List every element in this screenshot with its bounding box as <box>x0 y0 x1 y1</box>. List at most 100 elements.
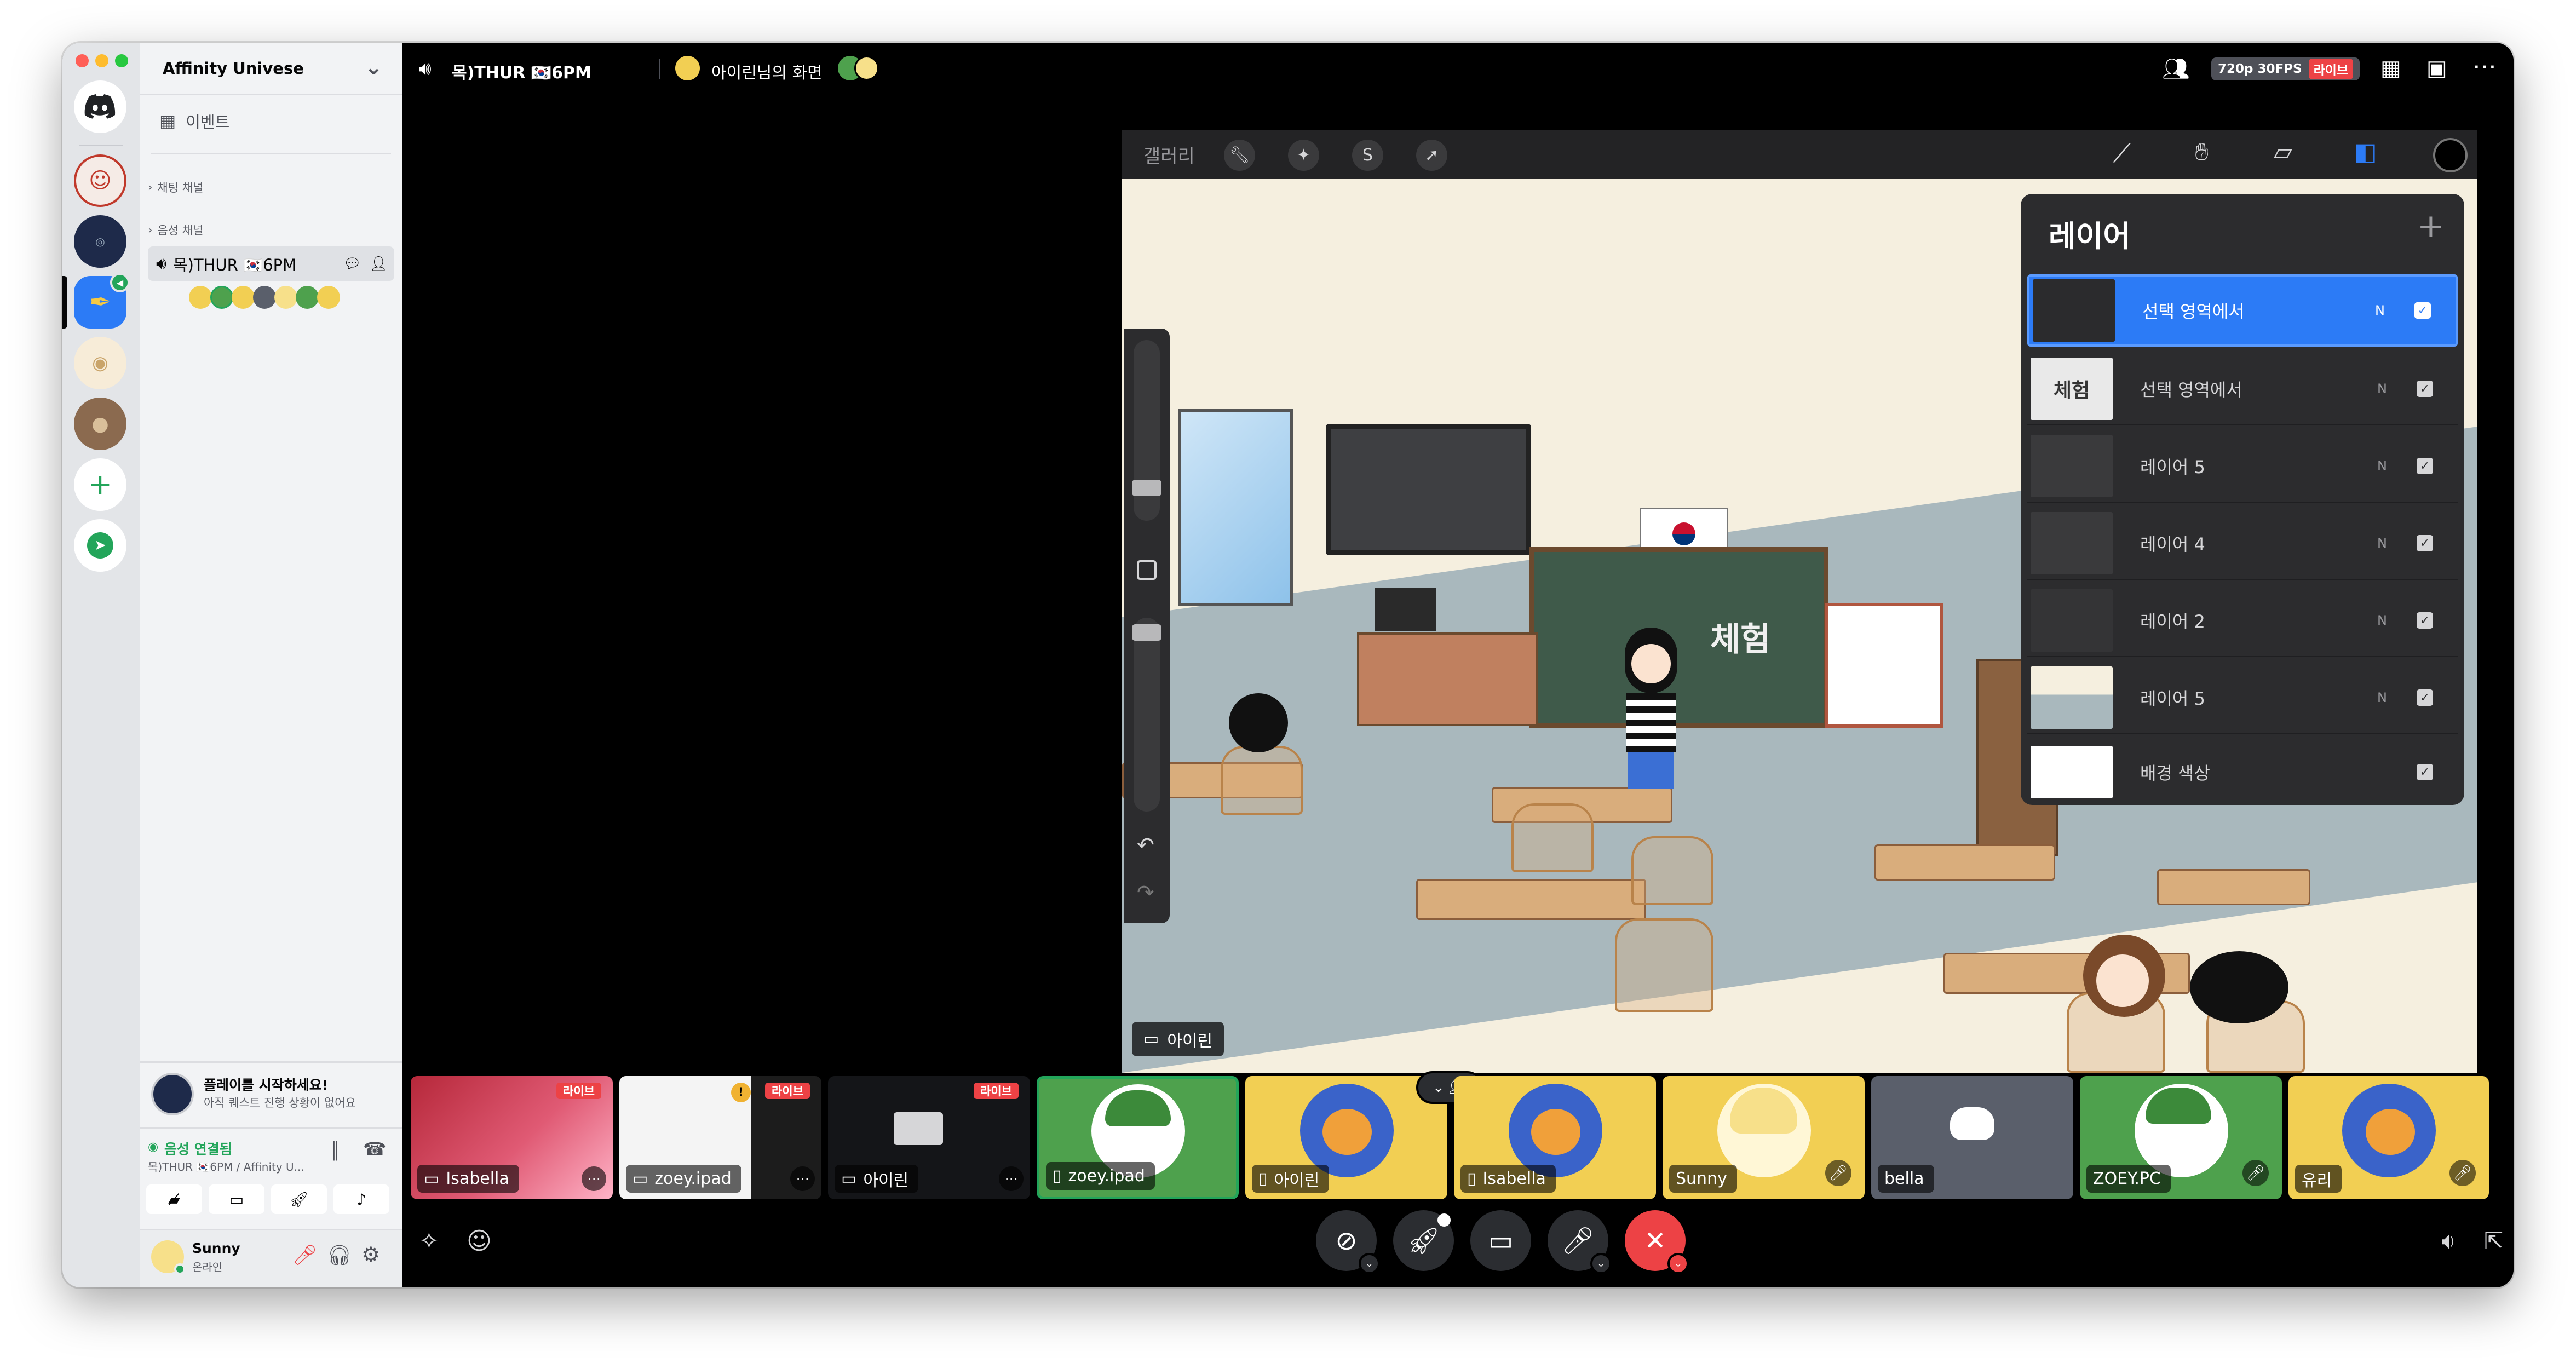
close-window-button[interactable] <box>76 54 89 67</box>
leave-call-button[interactable]: ✕ ⌄ <box>1625 1210 1689 1274</box>
layer-row[interactable]: 배경 색상 ✓ <box>2027 736 2458 808</box>
blend-mode[interactable]: N <box>2377 613 2417 628</box>
add-member-icon[interactable]: 👤︎ <box>370 256 388 272</box>
brush-icon[interactable]: ⟋ <box>2113 138 2131 169</box>
layer-row[interactable]: 선택 영역에서 N ✓ <box>2027 274 2458 347</box>
share-screen-button[interactable]: ▭ <box>209 1184 264 1214</box>
voice-category[interactable]: › 음성 채널 <box>148 220 394 240</box>
slider-handle[interactable] <box>1132 624 1162 641</box>
blend-mode[interactable]: N <box>2377 690 2417 705</box>
blend-mode[interactable]: N <box>2377 458 2417 474</box>
visibility-checkbox[interactable]: ✓ <box>2414 302 2431 319</box>
headphones-icon[interactable]: 🎧︎ <box>327 1244 352 1267</box>
mic-toggle-button[interactable]: 🎤︎ ⌄ <box>1548 1210 1612 1274</box>
chevron-down-icon[interactable]: ⌄ <box>1590 1253 1612 1274</box>
server-icon-affinity[interactable]: ✒ ◀ <box>74 273 130 329</box>
camera-toggle-button[interactable]: ⊘ ⌄ <box>1316 1210 1380 1274</box>
discover-icon[interactable]: ➤ <box>74 519 127 572</box>
layer-row[interactable]: 레이어 4 N ✓ <box>2027 508 2458 580</box>
settings-gear-icon[interactable]: ⚙ <box>361 1243 380 1267</box>
layer-row[interactable]: 체험 선택 영역에서 N ✓ <box>2027 353 2458 425</box>
participant-tile[interactable]: ▯ Isabella <box>1454 1076 1656 1199</box>
member-avatar[interactable] <box>210 286 233 309</box>
participant-tile[interactable]: 라이브 ▭ Isabella ⋯ <box>411 1076 613 1199</box>
disconnect-icon[interactable]: ☎ <box>363 1138 386 1160</box>
gallery-button[interactable]: 갤러리 <box>1143 141 1195 168</box>
layer-row[interactable]: 레이어 5 N ✓ <box>2027 430 2458 503</box>
chevron-down-icon[interactable]: ⌄ <box>1359 1253 1380 1274</box>
brush-size-slider[interactable] <box>1132 340 1162 521</box>
more-options-icon[interactable]: ⋯ <box>2473 53 2498 80</box>
emoji-icon[interactable]: ☺ <box>467 1227 492 1255</box>
member-avatar[interactable] <box>232 286 255 309</box>
color-swatch[interactable] <box>2433 138 2468 172</box>
modify-square-icon[interactable] <box>1137 560 1157 580</box>
activities-button[interactable]: 🚀︎ <box>1393 1210 1454 1271</box>
member-avatar[interactable] <box>274 286 297 309</box>
activities-button[interactable]: 🚀︎ <box>271 1184 327 1214</box>
opacity-slider[interactable] <box>1132 618 1162 812</box>
participant-tile[interactable]: ZOEY.PC 🎤︎ <box>2080 1076 2282 1199</box>
participant-tile[interactable]: 유리 🎤︎ <box>2288 1076 2489 1199</box>
visibility-checkbox[interactable]: ✓ <box>2417 535 2433 551</box>
volume-icon[interactable]: 🔉︎ <box>2441 1227 2456 1255</box>
eraser-icon[interactable]: ▱ <box>2274 138 2292 166</box>
add-server-icon[interactable]: + <box>74 458 127 511</box>
member-avatar[interactable] <box>189 286 212 309</box>
events-item[interactable]: ▦ 이벤트 <box>148 105 394 136</box>
server-header[interactable]: Affinity Univese ⌄ <box>140 43 403 95</box>
server-icon-1[interactable]: ☺ <box>74 154 127 207</box>
server-icon-5[interactable]: ● <box>74 398 127 450</box>
discord-home-icon[interactable] <box>74 80 127 133</box>
pop-out-icon[interactable]: ⇱ <box>2484 1227 2503 1254</box>
share-screen-button[interactable]: ▭ <box>1470 1210 1531 1271</box>
play-quest-card[interactable]: 플레이를 시작하세요! 아직 퀘스트 진행 상황이 없어요 <box>140 1061 403 1115</box>
add-layer-icon[interactable]: + <box>2417 207 2445 245</box>
inbox-icon[interactable]: ▣ <box>2427 56 2447 81</box>
undo-icon[interactable]: ↶ <box>1137 833 1154 857</box>
transform-arrow-icon[interactable]: ➚ <box>1416 140 1447 171</box>
grid-layout-icon[interactable]: ▦ <box>2381 56 2401 81</box>
layer-row[interactable]: 레이어 5 N ✓ <box>2027 662 2458 734</box>
chevron-down-icon[interactable]: ⌄ <box>1668 1253 1689 1274</box>
visibility-checkbox[interactable]: ✓ <box>2417 458 2433 474</box>
member-avatar[interactable] <box>253 286 276 309</box>
text-category[interactable]: › 채팅 채널 <box>148 177 394 197</box>
header-channel-name[interactable]: 목)THUR 🇰🇷6PM <box>452 59 591 83</box>
voice-channel-item[interactable]: 🔊︎ 목)THUR 🇰🇷6PM 💬︎ 👤︎ <box>148 246 394 281</box>
blend-mode[interactable]: N <box>2377 536 2417 551</box>
zoom-window-button[interactable] <box>115 54 128 67</box>
slider-handle[interactable] <box>1132 480 1162 496</box>
participant-tile[interactable]: ▯ 아이린 <box>1245 1076 1447 1199</box>
server-icon-4[interactable]: ◉ <box>74 337 127 389</box>
smudge-icon[interactable]: ✋︎ <box>2195 138 2209 166</box>
member-avatar[interactable] <box>317 286 340 309</box>
soundboard-button[interactable]: ♪ <box>334 1184 389 1214</box>
blend-mode[interactable]: N <box>2375 303 2414 318</box>
redo-icon[interactable]: ↷ <box>1137 881 1154 905</box>
more-options-icon[interactable]: ⋯ <box>790 1166 815 1191</box>
magic-wand-icon[interactable]: ✦ <box>1288 140 1319 171</box>
participant-tile[interactable]: bella <box>1871 1076 2073 1199</box>
layers-icon[interactable]: ◧ <box>2354 138 2377 166</box>
participant-tile[interactable]: 라이브 ▭ 아이린 ⋯ <box>828 1076 1030 1199</box>
visibility-checkbox[interactable]: ✓ <box>2417 612 2433 629</box>
minimize-window-button[interactable] <box>95 54 108 67</box>
layer-row[interactable]: 레이어 2 N ✓ <box>2027 585 2458 657</box>
visibility-checkbox[interactable]: ✓ <box>2417 764 2433 780</box>
camera-off-button[interactable]: ▰̸ <box>146 1184 202 1214</box>
shared-screen[interactable]: 체험 갤러리 🔧︎ ✦ S ➚ ⟋ ✋︎ ▱ ◧ ↶ ↷ 레이어 + 선택 영역… <box>1122 130 2477 1073</box>
noise-suppression-icon[interactable]: ║ <box>330 1142 340 1161</box>
member-avatar[interactable] <box>296 286 319 309</box>
visibility-checkbox[interactable]: ✓ <box>2417 381 2433 397</box>
mic-muted-icon[interactable]: 🎤︎ <box>292 1244 318 1267</box>
voice-connected-title[interactable]: 음성 연결됨 <box>164 1138 232 1158</box>
participant-tile[interactable]: Sunny 🎤︎ <box>1663 1076 1865 1199</box>
blend-mode[interactable]: N <box>2377 381 2417 396</box>
activity-status-icon[interactable]: ✧ <box>419 1227 439 1255</box>
more-options-icon[interactable]: ⋯ <box>999 1166 1024 1191</box>
selection-icon[interactable]: S <box>1352 140 1383 171</box>
chat-bubble-icon[interactable]: 💬︎ <box>343 256 361 272</box>
more-options-icon[interactable]: ⋯ <box>582 1166 606 1191</box>
visibility-checkbox[interactable]: ✓ <box>2417 689 2433 706</box>
